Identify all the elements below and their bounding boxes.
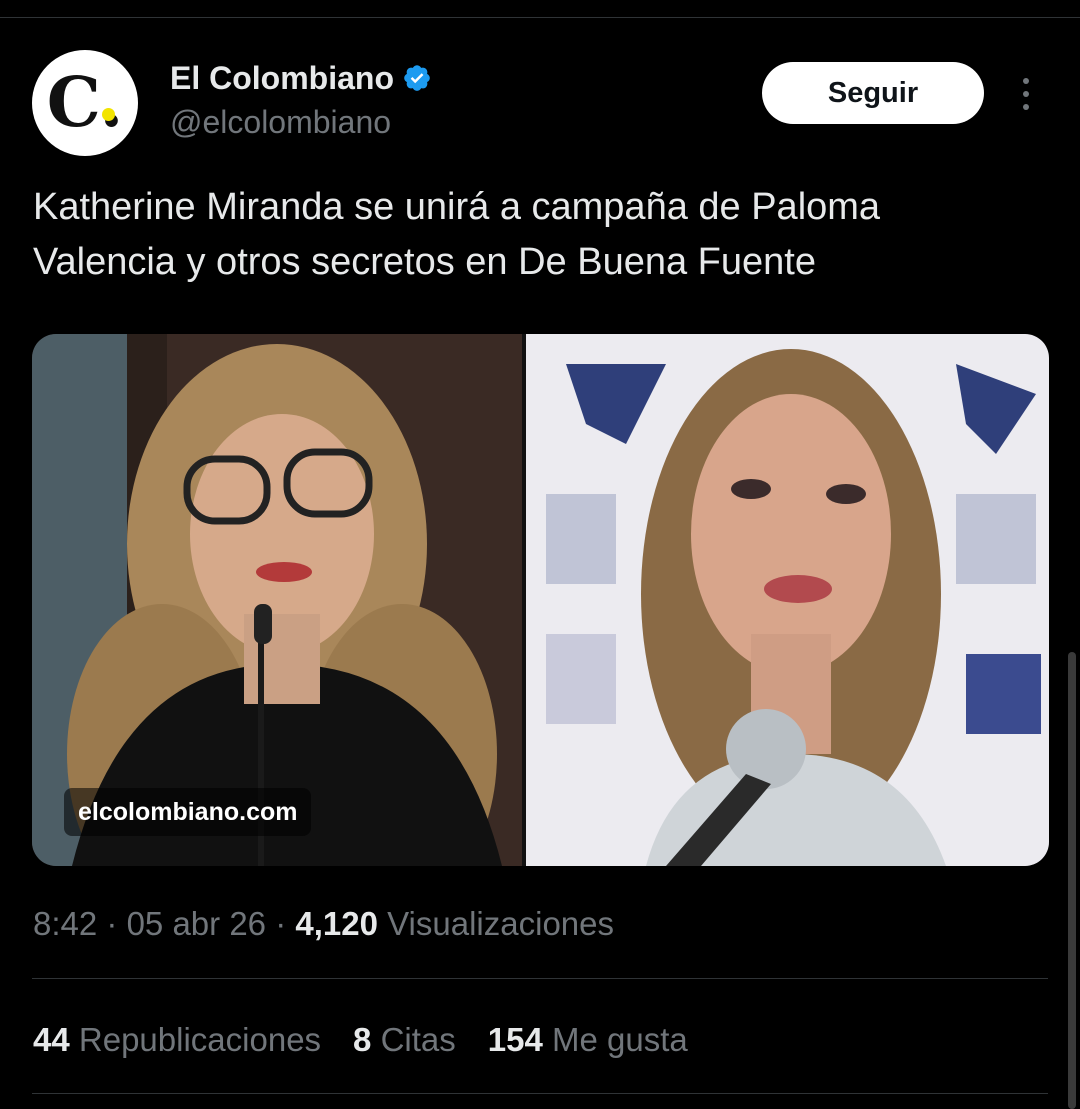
photo-right[interactable] <box>526 334 1049 866</box>
reposts-count: 44 <box>33 1021 70 1058</box>
avatar[interactable]: C. <box>32 50 138 156</box>
stats-divider <box>32 1093 1048 1094</box>
likes-stat[interactable]: 154 Me gusta <box>488 1018 688 1062</box>
tweet-time[interactable]: 8:42 <box>33 905 97 942</box>
quotes-count: 8 <box>353 1021 372 1058</box>
avatar-logo-dot <box>102 108 115 121</box>
quotes-label: Citas <box>380 1021 456 1058</box>
quotes-stat[interactable]: 8 Citas <box>353 1018 456 1062</box>
photo-left[interactable] <box>32 334 522 866</box>
display-name[interactable]: El Colombiano <box>170 58 394 98</box>
more-vertical-icon[interactable] <box>1012 74 1040 114</box>
tweet-date[interactable]: 05 abr 26 <box>127 905 266 942</box>
meta-separator: · <box>106 905 118 942</box>
top-divider <box>0 17 1080 18</box>
account-handle[interactable]: @elcolombiano <box>170 102 391 142</box>
likes-count: 154 <box>487 1021 543 1058</box>
views-count: 4,120 <box>295 905 378 942</box>
name-row: El Colombiano <box>170 58 432 98</box>
engagement-stats: 44 Republicaciones 8 Citas 154 Me gusta <box>33 1018 688 1062</box>
reposts-stat[interactable]: 44 Republicaciones <box>33 1018 321 1062</box>
scrollbar[interactable] <box>1068 652 1076 1109</box>
views-label: Visualizaciones <box>387 905 614 942</box>
tweet-meta: 8:42 · 05 abr 26 · 4,120 Visualizaciones <box>33 902 614 946</box>
follow-button[interactable]: Seguir <box>762 62 984 124</box>
likes-label: Me gusta <box>552 1021 688 1058</box>
meta-separator: · <box>275 905 287 942</box>
media-watermark: elcolombiano.com <box>64 788 312 836</box>
reposts-label: Republicaciones <box>78 1021 322 1058</box>
meta-divider <box>32 978 1048 979</box>
tweet-text: Katherine Miranda se unirá a campaña de … <box>33 186 881 283</box>
verified-badge-icon <box>404 65 430 91</box>
avatar-logo-letter: C. <box>46 63 124 143</box>
tweet-media[interactable] <box>32 334 1049 866</box>
